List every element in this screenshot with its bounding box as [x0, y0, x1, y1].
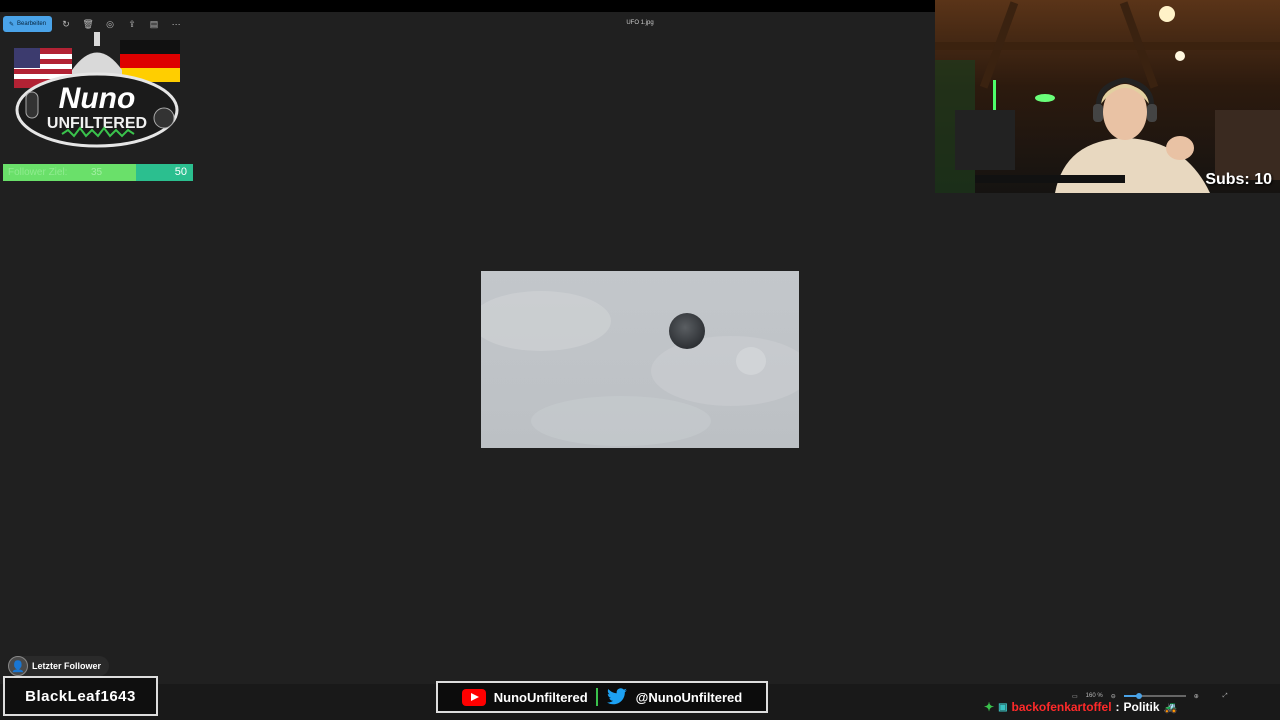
last-follower-header: 👤 Letzter Follower — [8, 656, 110, 676]
youtube-handle: NunoUnfiltered — [493, 689, 588, 705]
webcam-feed: Subs: 10 — [935, 0, 1280, 193]
twitter-handle: @NunoUnfiltered — [635, 689, 743, 705]
chat-badge-icon: ✦ — [984, 700, 995, 714]
webcam-image — [935, 0, 1280, 193]
follower-goal-label: Follower Ziel: — [8, 167, 68, 178]
youtube-icon — [461, 688, 486, 706]
last-follower-name: BlackLeaf1643 — [3, 676, 158, 716]
follower-goal-target: 50 — [174, 166, 187, 178]
chat-text: Politik — [1123, 700, 1160, 714]
stream-frame: ✎ Bearbeiten ↻ 🗑 ◎ ⇪ ▤ ⋯ UFO 1.jpg Nuno … — [0, 0, 1280, 720]
chat-badge-icon-2: ▣ — [998, 701, 1008, 713]
last-follower-badge: 👤 Letzter Follower BlackLeaf1643 — [3, 656, 158, 716]
logo-title: Nuno — [59, 82, 136, 115]
displayed-photo — [481, 271, 799, 448]
fullscreen-icon[interactable]: ⤢ — [1223, 693, 1228, 700]
logo-subtitle: UNFILTERED — [47, 115, 147, 132]
file-title: UFO 1.jpg — [626, 20, 654, 26]
edit-icon: ✎ — [9, 21, 15, 28]
ufo-photo — [481, 271, 799, 448]
last-follower-title: Letzter Follower — [32, 661, 102, 671]
chat-separator: : — [1115, 700, 1120, 714]
follower-goal-current: 35 — [91, 167, 103, 178]
edit-button-label: Bearbeiten — [17, 21, 47, 27]
social-separator — [595, 688, 598, 706]
channel-logo: Nuno UNFILTERED — [14, 32, 180, 148]
chat-username: backofenkartoffel — [1011, 700, 1112, 714]
subs-counter: Subs: 10 — [1205, 171, 1272, 188]
ufo-object — [669, 313, 705, 349]
zoom-slider[interactable] — [1123, 693, 1186, 699]
socials-banner: NunoUnfiltered @NunoUnfiltered — [436, 681, 768, 713]
top-band — [0, 0, 935, 12]
twitter-icon — [606, 688, 627, 705]
zoom-in-icon[interactable]: ⊕ — [1194, 693, 1199, 700]
follower-goal-bar: Follower Ziel: 35 50 — [3, 164, 193, 181]
user-icon: 👤 — [8, 656, 28, 676]
chat-message: ✦ ▣ backofenkartoffel : Politik 🚜 — [984, 698, 1177, 716]
emote-icon: 🚜 — [1163, 701, 1178, 714]
